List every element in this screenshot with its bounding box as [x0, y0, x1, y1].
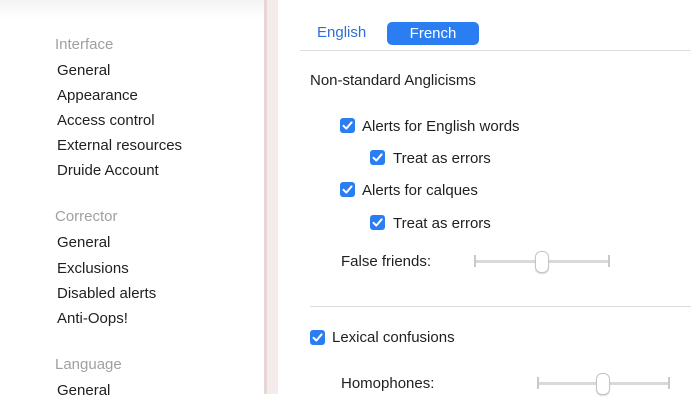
treat-as-errors-english-checkbox[interactable]	[370, 150, 385, 165]
sidebar: Interface General Appearance Access cont…	[0, 0, 265, 399]
sidebar-item-druide-account[interactable]: Druide Account	[57, 162, 159, 179]
slider-tick	[537, 377, 539, 389]
sidebar-item-access-control[interactable]: Access control	[57, 112, 155, 129]
checkmark-icon	[312, 333, 323, 342]
anglicisms-title: Non-standard Anglicisms	[310, 72, 476, 89]
slider-tick	[608, 255, 610, 267]
alerts-calques-label: Alerts for calques	[362, 182, 478, 199]
treat-as-errors-english-label: Treat as errors	[393, 150, 491, 167]
homophones-slider[interactable]	[537, 373, 670, 395]
tab-french[interactable]: French	[387, 22, 479, 45]
alerts-calques-checkbox[interactable]	[340, 182, 355, 197]
false-friends-label: False friends:	[341, 253, 432, 270]
treat-as-errors-calques-label: Treat as errors	[393, 215, 491, 232]
slider-knob[interactable]	[596, 373, 610, 395]
lexical-confusions-label: Lexical confusions	[332, 329, 455, 346]
checkmark-icon	[372, 153, 383, 162]
sidebar-item-external-resources[interactable]: External resources	[57, 137, 182, 154]
alerts-english-words-checkbox[interactable]	[340, 118, 355, 133]
checkmark-icon	[342, 185, 353, 194]
lexical-confusions-checkbox[interactable]	[310, 330, 325, 345]
checkmark-icon	[342, 121, 353, 130]
sidebar-header-interface: Interface	[55, 36, 114, 53]
homophones-label: Homophones:	[341, 375, 435, 392]
false-friends-slider[interactable]	[474, 251, 610, 273]
treat-as-errors-calques-checkbox[interactable]	[370, 215, 385, 230]
checkmark-icon	[372, 218, 383, 227]
sidebar-top-fade	[0, 0, 265, 20]
slider-tick	[474, 255, 476, 267]
sidebar-item-exclusions[interactable]: Exclusions	[57, 260, 129, 277]
sidebar-item-anti-oops[interactable]: Anti-Oops!	[57, 310, 128, 327]
section-divider	[310, 306, 691, 307]
sidebar-item-interface-general[interactable]: General	[57, 62, 110, 79]
sidebar-item-appearance[interactable]: Appearance	[57, 87, 138, 104]
slider-tick	[668, 377, 670, 389]
sidebar-header-corrector: Corrector	[55, 208, 118, 225]
sidebar-divider-band	[267, 0, 278, 394]
alerts-english-words-label: Alerts for English words	[362, 118, 520, 135]
sidebar-header-language: Language	[55, 356, 122, 373]
tabs-divider	[300, 50, 691, 51]
sidebar-item-language-general[interactable]: General	[57, 382, 110, 399]
sidebar-item-disabled-alerts[interactable]: Disabled alerts	[57, 285, 156, 302]
tab-english[interactable]: English	[315, 22, 368, 44]
slider-knob[interactable]	[535, 251, 549, 273]
sidebar-item-corrector-general[interactable]: General	[57, 234, 110, 251]
